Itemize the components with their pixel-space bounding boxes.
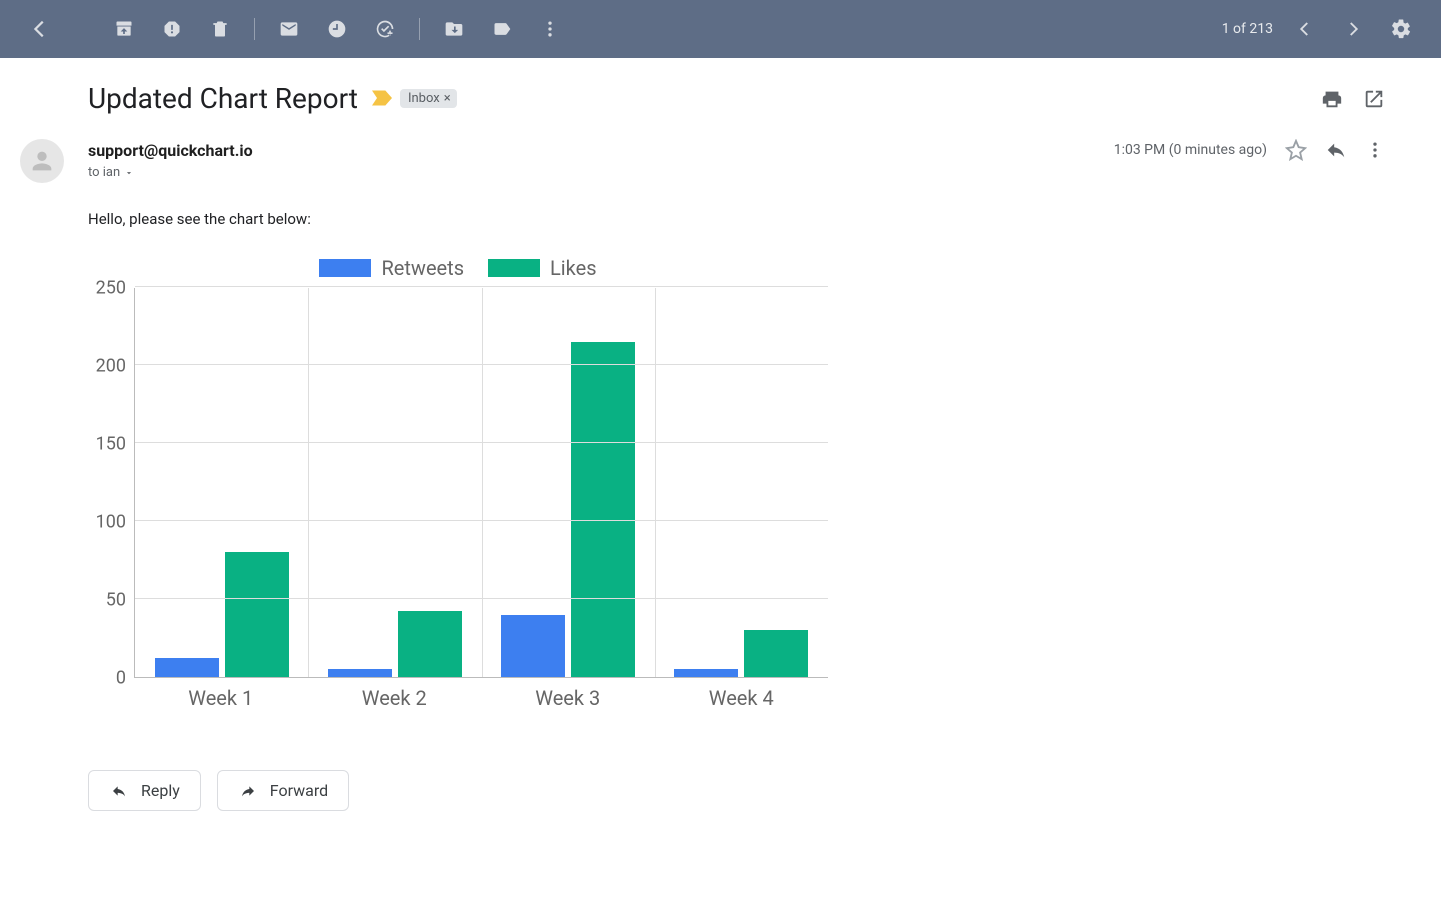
open-new-window-button[interactable]: [1363, 88, 1385, 110]
x-tick: Week 1: [134, 686, 308, 710]
inbox-label-chip[interactable]: Inbox ×: [400, 89, 457, 108]
plot-area: [134, 288, 828, 678]
forward-button[interactable]: Forward: [217, 770, 349, 811]
remove-label-icon[interactable]: ×: [444, 91, 451, 106]
bar-retweets: [155, 658, 219, 677]
chart-container: Retweets Likes 050100150200250 Week 1Wee…: [88, 256, 828, 710]
sender-address: support@quickchart.io: [88, 141, 253, 160]
x-tick: Week 2: [308, 686, 482, 710]
gridline-vertical: [308, 288, 309, 677]
chevron-down-icon: [124, 168, 134, 178]
bar-likes: [744, 630, 808, 677]
y-axis: 050100150200250: [88, 288, 134, 678]
x-tick: Week 4: [655, 686, 829, 710]
bar-group: [135, 288, 308, 677]
legend-item-retweets: Retweets: [319, 256, 464, 280]
category-icon: [372, 90, 390, 108]
more-button[interactable]: [526, 9, 574, 49]
legend-label: Retweets: [381, 256, 464, 280]
email-subject: Updated Chart Report: [88, 82, 358, 115]
y-tick: 0: [116, 668, 126, 689]
labels-button[interactable]: [478, 9, 526, 49]
next-message-button[interactable]: [1329, 9, 1377, 49]
message-header: support@quickchart.io 1:03 PM (0 minutes…: [20, 139, 1385, 710]
x-tick: Week 3: [481, 686, 655, 710]
bar-retweets: [328, 669, 392, 677]
back-button[interactable]: [16, 9, 64, 49]
bar-group: [655, 288, 828, 677]
email-toolbar: 1 of 213: [0, 0, 1441, 58]
reply-forward-row: Reply Forward: [88, 770, 1385, 811]
spam-button[interactable]: [148, 9, 196, 49]
snooze-button[interactable]: [313, 9, 361, 49]
forward-icon: [238, 783, 258, 799]
toolbar-divider: [419, 18, 420, 40]
message-timestamp: 1:03 PM (0 minutes ago): [1114, 142, 1267, 158]
archive-button[interactable]: [100, 9, 148, 49]
mark-unread-button[interactable]: [265, 9, 313, 49]
gridline-vertical: [482, 288, 483, 677]
toolbar-divider: [254, 18, 255, 40]
add-task-button[interactable]: [361, 9, 409, 49]
bar-retweets: [501, 615, 565, 677]
legend-swatch-likes: [488, 259, 540, 277]
bar-likes: [225, 552, 289, 677]
bar-group: [482, 288, 655, 677]
recipient-line[interactable]: to ian: [88, 165, 134, 180]
legend-label: Likes: [550, 256, 597, 280]
bar-likes: [571, 342, 635, 677]
email-body-text: Hello, please see the chart below:: [88, 210, 1385, 228]
x-axis: Week 1Week 2Week 3Week 4: [134, 678, 828, 710]
delete-button[interactable]: [196, 9, 244, 49]
prev-message-button[interactable]: [1281, 9, 1329, 49]
gridline-horizontal: [135, 286, 828, 287]
sender-avatar: [20, 139, 64, 183]
bar-likes: [398, 611, 462, 677]
legend-swatch-retweets: [319, 259, 371, 277]
reply-icon-button[interactable]: [1325, 139, 1347, 161]
reply-icon: [109, 783, 129, 799]
y-tick: 200: [96, 356, 126, 377]
bar-retweets: [674, 669, 738, 677]
gridline-vertical: [655, 288, 656, 677]
chart-plot: 050100150200250: [88, 288, 828, 678]
y-tick: 250: [96, 278, 126, 299]
settings-button[interactable]: [1377, 9, 1425, 49]
legend-item-likes: Likes: [488, 256, 597, 280]
print-button[interactable]: [1321, 88, 1343, 110]
y-tick: 100: [96, 512, 126, 533]
y-tick: 150: [96, 434, 126, 455]
message-more-button[interactable]: [1365, 140, 1385, 160]
bar-group: [308, 288, 481, 677]
star-button[interactable]: [1285, 139, 1307, 161]
message-counter: 1 of 213: [1222, 21, 1273, 37]
subject-row: Updated Chart Report Inbox ×: [88, 82, 1385, 115]
y-tick: 50: [106, 590, 126, 611]
move-button[interactable]: [430, 9, 478, 49]
label-chip-text: Inbox: [408, 91, 440, 106]
chart-legend: Retweets Likes: [88, 256, 828, 280]
reply-button[interactable]: Reply: [88, 770, 201, 811]
